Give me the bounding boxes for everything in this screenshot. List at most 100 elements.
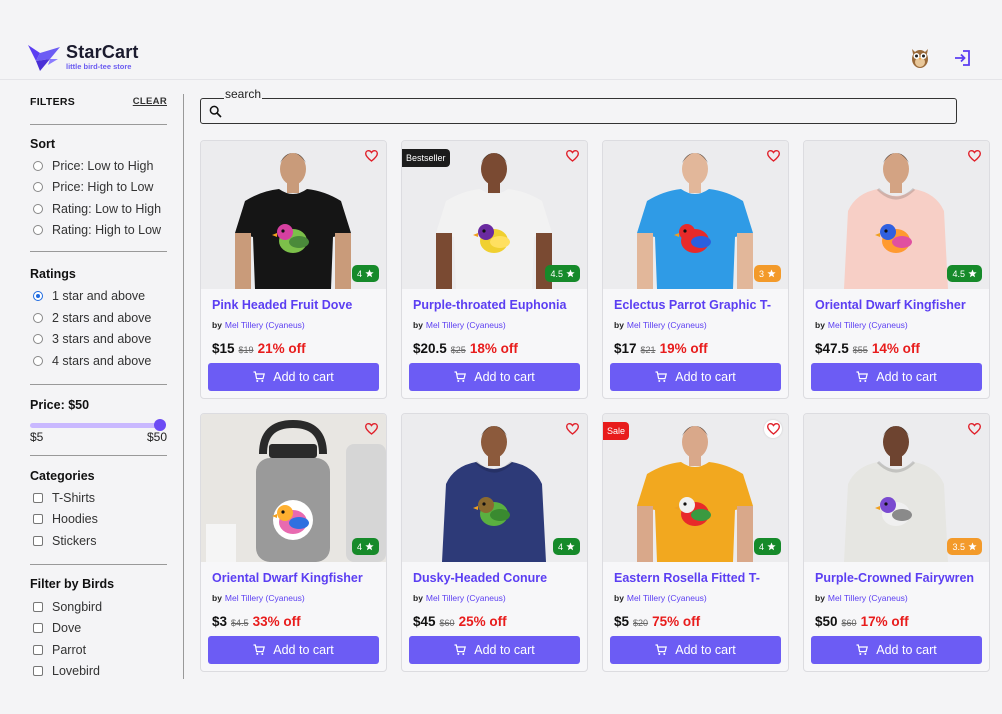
star-icon	[566, 269, 575, 278]
radio-button[interactable]	[33, 313, 43, 323]
add-to-cart-button[interactable]: Add to cart	[409, 363, 580, 391]
clear-filters-button[interactable]: CLEAR	[133, 96, 167, 107]
bird-filter-songbird[interactable]: Songbird	[30, 599, 102, 615]
artist-link[interactable]: Mel Tillery (Cyaneus)	[627, 320, 707, 330]
favorite-heart-icon[interactable]	[965, 420, 983, 438]
favorite-heart-icon[interactable]	[764, 420, 782, 438]
by-label: by	[815, 593, 825, 603]
artist-link[interactable]: Mel Tillery (Cyaneus)	[828, 320, 908, 330]
product-title[interactable]: Pink Headed Fruit Dove	[212, 298, 380, 312]
checkbox[interactable]	[33, 645, 43, 655]
radio-button[interactable]	[33, 182, 43, 192]
rating-option-1-star[interactable]: 1 star and above	[30, 288, 145, 304]
bird-filter-lovebird[interactable]: Lovebird	[30, 663, 100, 679]
radio-button[interactable]	[33, 356, 43, 366]
product-image[interactable]: 4	[201, 414, 386, 562]
product-card[interactable]: Sale 4 Eastern Rosella Fitted T- by Mel T…	[602, 413, 789, 672]
category-t-shirts[interactable]: T-Shirts	[30, 490, 95, 506]
favorite-heart-icon[interactable]	[563, 147, 581, 165]
product-title[interactable]: Purple-throated Euphonia	[413, 298, 581, 312]
artist-link[interactable]: Mel Tillery (Cyaneus)	[225, 593, 305, 603]
favorite-heart-icon[interactable]	[764, 147, 782, 165]
radio-button[interactable]	[33, 334, 43, 344]
artist-link[interactable]: Mel Tillery (Cyaneus)	[225, 320, 305, 330]
add-to-cart-button[interactable]: Add to cart	[610, 636, 781, 664]
product-title[interactable]: Eastern Rosella Fitted T-	[614, 571, 782, 585]
artist-link[interactable]: Mel Tillery (Cyaneus)	[426, 593, 506, 603]
cart-icon	[253, 644, 266, 655]
price-row: $20.5 $25 18% off	[413, 341, 518, 356]
add-to-cart-button[interactable]: Add to cart	[208, 636, 379, 664]
checkbox[interactable]	[33, 666, 43, 676]
radio-button[interactable]	[33, 225, 43, 235]
sort-option-rating-high-low[interactable]: Rating: High to Low	[30, 222, 161, 238]
checkbox[interactable]	[33, 602, 43, 612]
checkbox[interactable]	[33, 493, 43, 503]
product-card[interactable]: 3.5 Purple-Crowned Fairywren by Mel Tille…	[803, 413, 990, 672]
product-card[interactable]: Bestseller 4.5 Purple-throated Euphonia …	[401, 140, 588, 399]
product-title[interactable]: Dusky-Headed Conure	[413, 571, 581, 585]
product-card[interactable]: 4 Dusky-Headed Conure by Mel Tillery (Cya…	[401, 413, 588, 672]
add-to-cart-button[interactable]: Add to cart	[610, 363, 781, 391]
bird-filter-dove[interactable]: Dove	[30, 620, 81, 636]
bird-filter-parrot[interactable]: Parrot	[30, 642, 86, 658]
checkbox[interactable]	[33, 536, 43, 546]
product-image[interactable]: 4	[402, 414, 587, 562]
radio-button[interactable]	[33, 161, 43, 171]
sort-option-price-high-low[interactable]: Price: High to Low	[30, 179, 153, 195]
search-input[interactable]	[229, 101, 949, 121]
sort-option-price-low-high[interactable]: Price: Low to High	[30, 158, 153, 174]
rating-option-2-stars[interactable]: 2 stars and above	[30, 310, 151, 326]
star-icon	[968, 542, 977, 551]
checkbox[interactable]	[33, 623, 43, 633]
product-title[interactable]: Oriental Dwarf Kingfisher	[212, 571, 380, 585]
favorite-heart-icon[interactable]	[563, 420, 581, 438]
brand-name[interactable]: StarCart	[66, 42, 139, 63]
product-image[interactable]: Sale 4	[603, 414, 788, 562]
product-card[interactable]: 3 Eclectus Parrot Graphic T- by Mel Tille…	[602, 140, 789, 399]
artist-link[interactable]: Mel Tillery (Cyaneus)	[828, 593, 908, 603]
rating-option-3-stars[interactable]: 3 stars and above	[30, 331, 151, 347]
owl-avatar-icon[interactable]	[909, 45, 931, 69]
product-artist-line: by Mel Tillery (Cyaneus)	[815, 593, 908, 603]
radio-button[interactable]	[33, 291, 43, 301]
bird-logo-icon[interactable]	[28, 43, 60, 71]
add-to-cart-label: Add to cart	[675, 370, 736, 384]
product-artist-line: by Mel Tillery (Cyaneus)	[815, 320, 908, 330]
artist-link[interactable]: Mel Tillery (Cyaneus)	[426, 320, 506, 330]
product-title[interactable]: Purple-Crowned Fairywren	[815, 571, 983, 585]
original-price: $60	[841, 618, 857, 628]
product-title[interactable]: Oriental Dwarf Kingfisher	[815, 298, 983, 312]
rating-option-4-stars[interactable]: 4 stars and above	[30, 353, 151, 369]
original-price: $25	[450, 345, 466, 355]
radio-button[interactable]	[33, 204, 43, 214]
add-to-cart-button[interactable]: Add to cart	[811, 636, 982, 664]
product-card[interactable]: 4 Oriental Dwarf Kingfisher by Mel Tiller…	[200, 413, 387, 672]
product-title[interactable]: Eclectus Parrot Graphic T-	[614, 298, 782, 312]
product-image[interactable]: 3.5	[804, 414, 989, 562]
favorite-heart-icon[interactable]	[362, 147, 380, 165]
sort-option-rating-low-high[interactable]: Rating: Low to High	[30, 201, 161, 217]
search-box[interactable]	[200, 98, 957, 124]
login-icon[interactable]	[952, 48, 972, 68]
product-image[interactable]: Bestseller 4.5	[402, 141, 587, 289]
checkbox[interactable]	[33, 514, 43, 524]
add-to-cart-button[interactable]: Add to cart	[208, 363, 379, 391]
product-image[interactable]: 4.5	[804, 141, 989, 289]
product-image[interactable]: 3	[603, 141, 788, 289]
original-price: $4.5	[231, 618, 249, 628]
add-to-cart-button[interactable]: Add to cart	[409, 636, 580, 664]
product-image[interactable]: 4	[201, 141, 386, 289]
current-price: $45	[413, 614, 436, 629]
price-slider-track[interactable]	[30, 423, 162, 428]
favorite-heart-icon[interactable]	[965, 147, 983, 165]
original-price: $21	[640, 345, 656, 355]
sort-title: Sort	[30, 137, 55, 151]
product-card[interactable]: 4 Pink Headed Fruit Dove by Mel Tillery (…	[200, 140, 387, 399]
favorite-heart-icon[interactable]	[362, 420, 380, 438]
category-hoodies[interactable]: Hoodies	[30, 511, 98, 527]
artist-link[interactable]: Mel Tillery (Cyaneus)	[627, 593, 707, 603]
category-stickers[interactable]: Stickers	[30, 533, 96, 549]
product-card[interactable]: 4.5 Oriental Dwarf Kingfisher by Mel Till…	[803, 140, 990, 399]
add-to-cart-button[interactable]: Add to cart	[811, 363, 982, 391]
